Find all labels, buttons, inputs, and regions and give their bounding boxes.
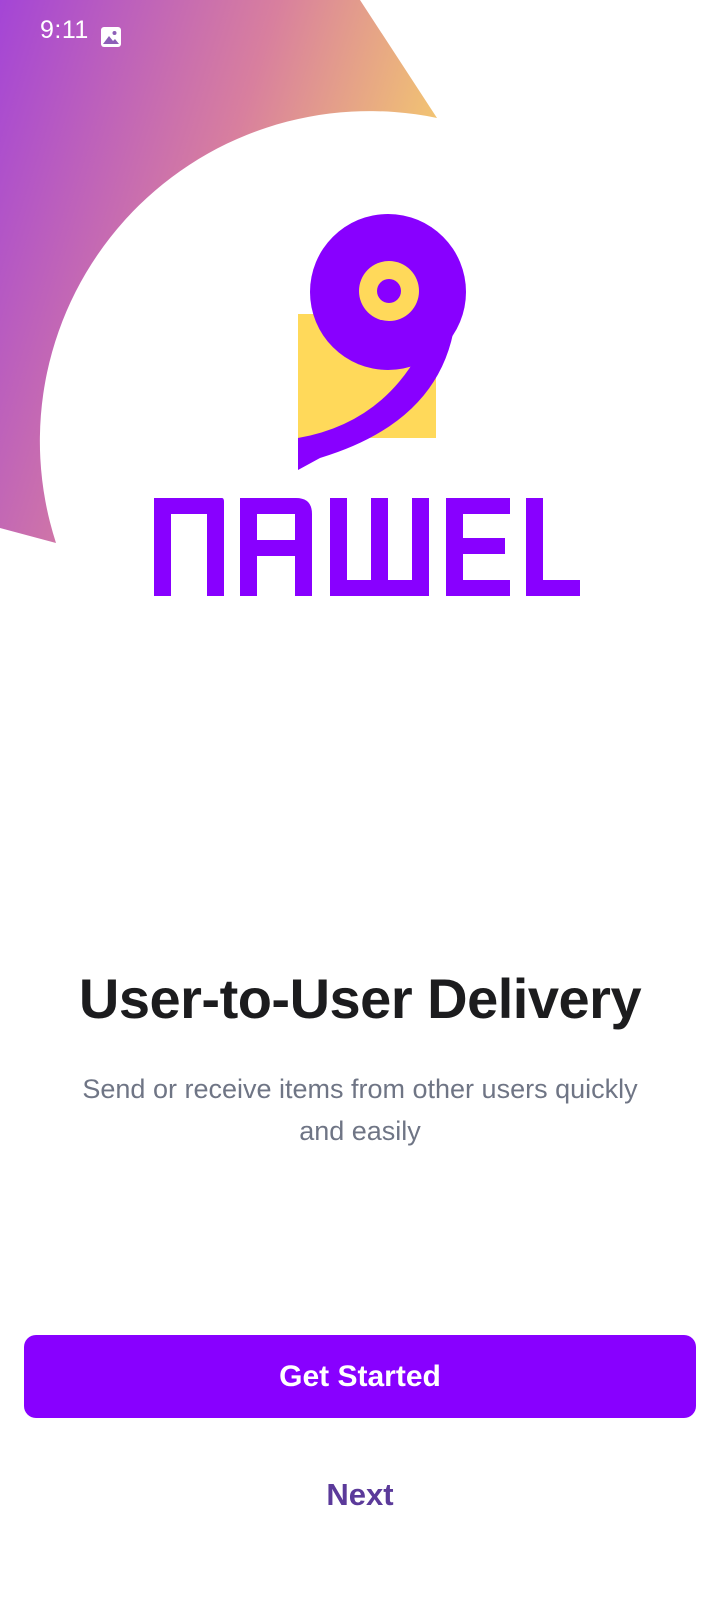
signal-icon	[530, 20, 549, 40]
status-bar: 9:11 Vo)) LTE1 Vo)) LTE2 72%	[0, 0, 720, 60]
battery-icon	[666, 19, 680, 41]
logo-wordmark	[154, 498, 580, 596]
onboarding-title: User-to-User Delivery	[78, 967, 642, 1030]
logo-mark	[298, 214, 466, 470]
gallery-icon	[101, 27, 121, 47]
signal-icon-sim2	[581, 20, 600, 40]
get-started-button[interactable]: Get Started	[24, 1335, 696, 1418]
status-time: 9:11	[40, 16, 89, 44]
nawel-logo	[154, 214, 580, 596]
next-button[interactable]: Next	[260, 1465, 460, 1525]
sim2-network-label: Vo)) LTE2	[554, 20, 576, 40]
battery-percent: 72%	[609, 15, 660, 44]
sim1-network-label: Vo)) LTE1	[503, 20, 525, 40]
onboarding-subtitle: Send or receive items from other users q…	[82, 1074, 638, 1146]
alarm-icon	[441, 19, 462, 41]
wifi-icon	[470, 20, 497, 40]
status-icons: Vo)) LTE1 Vo)) LTE2 72%	[439, 0, 680, 60]
